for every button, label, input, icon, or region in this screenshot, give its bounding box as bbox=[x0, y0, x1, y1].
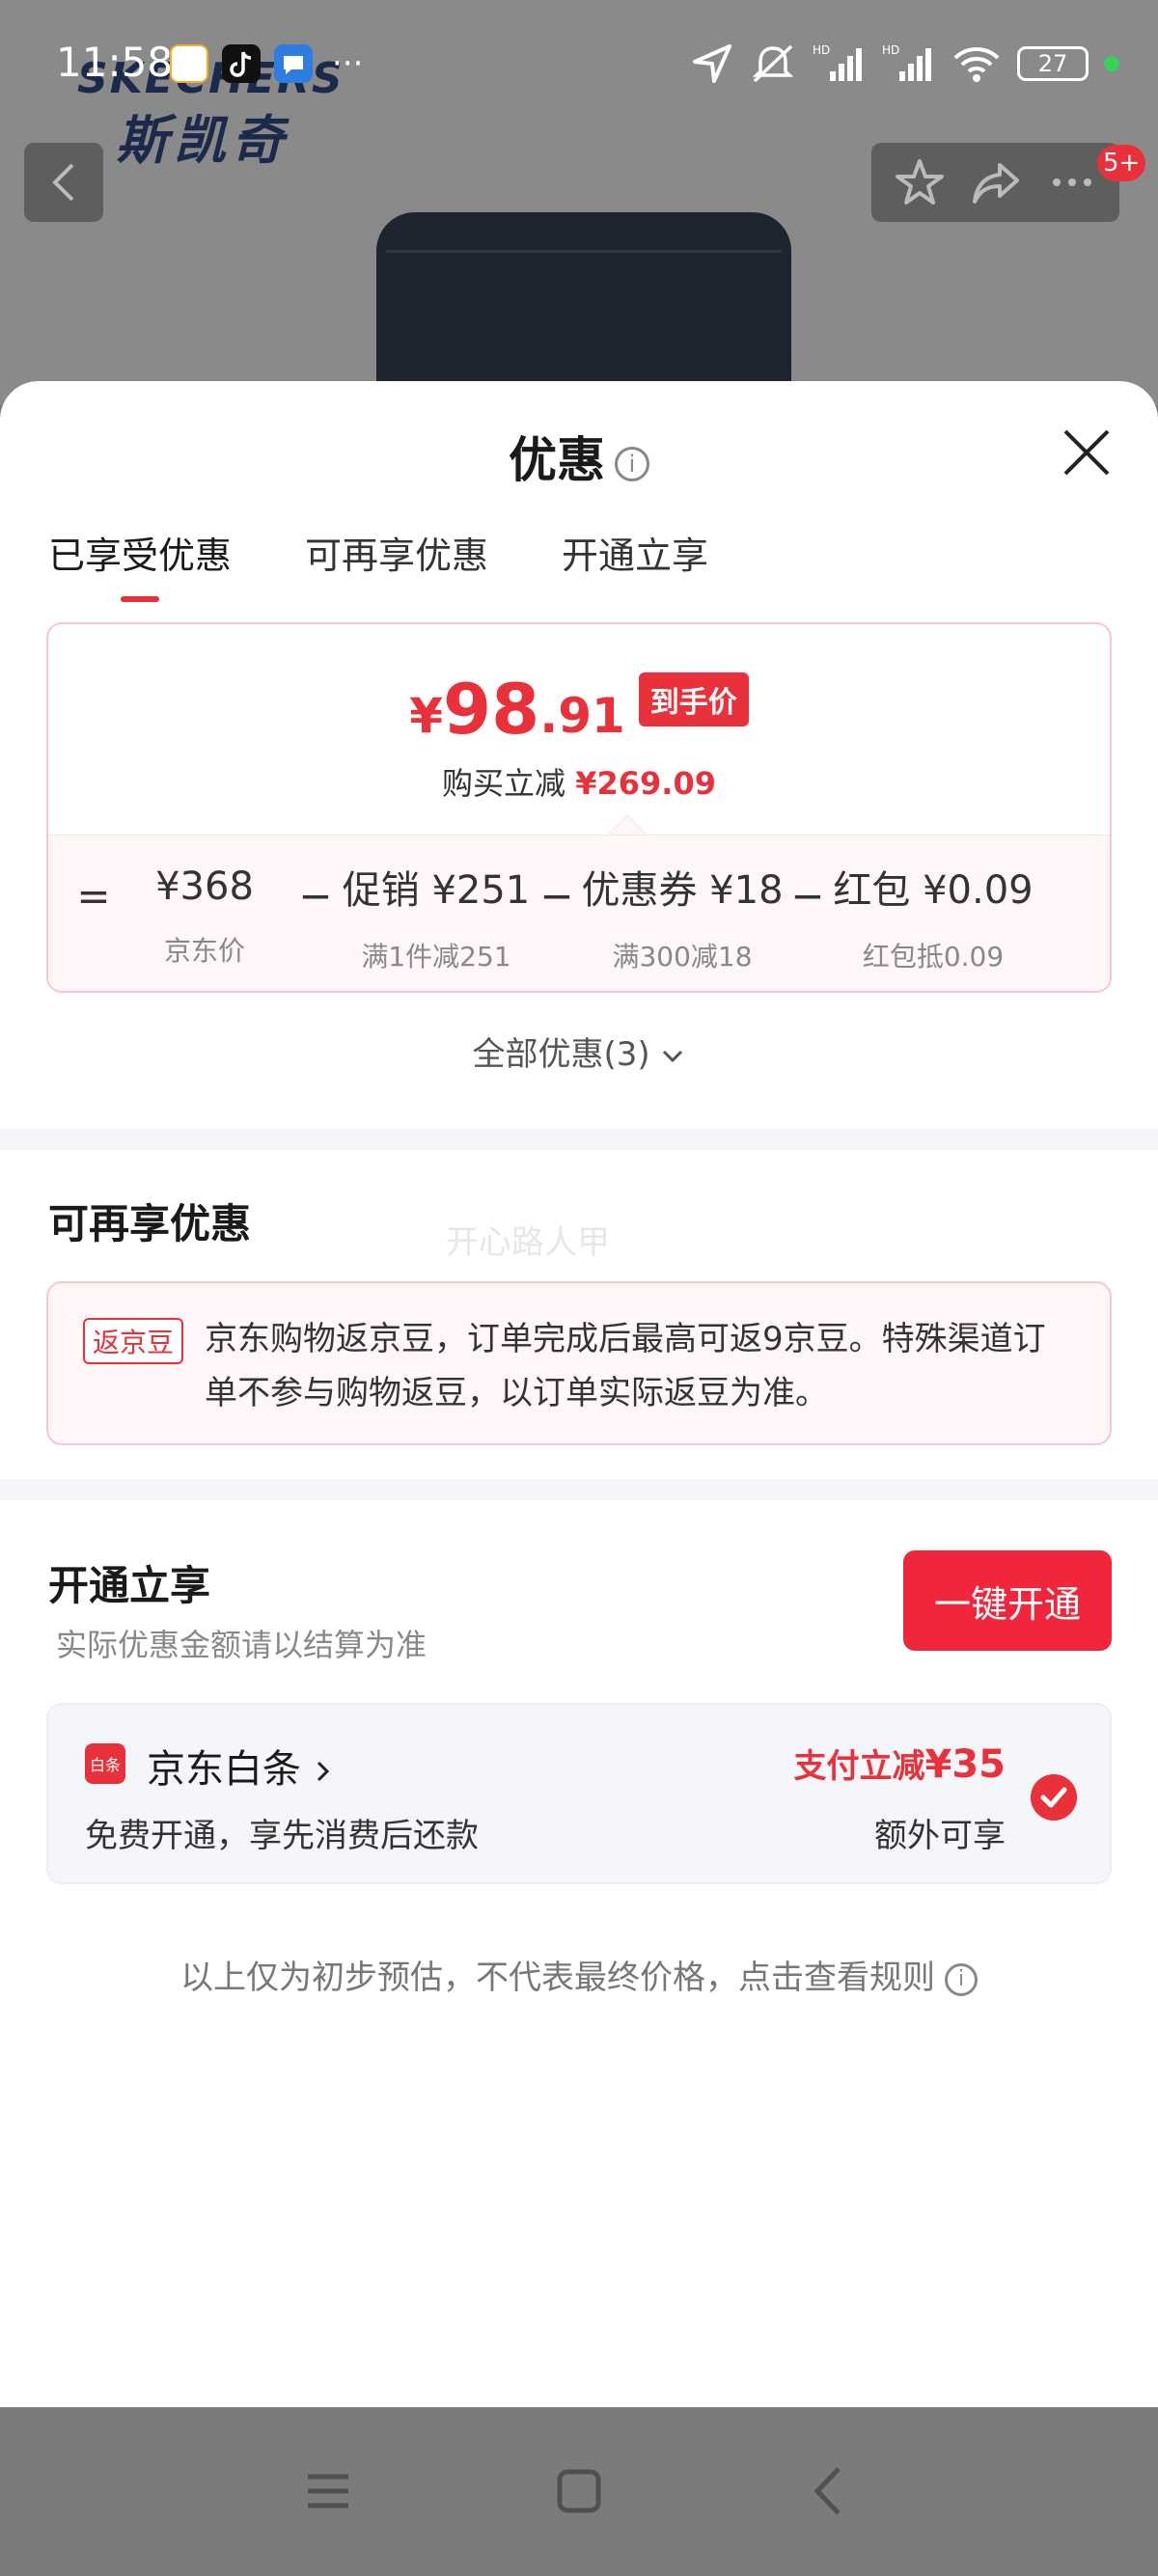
open-section-subtitle: 实际优惠金额请以结算为准 bbox=[56, 1627, 427, 1663]
menu-icon[interactable] bbox=[294, 2457, 362, 2525]
info-icon[interactable]: i bbox=[945, 1962, 978, 1996]
bean-tag: 返京豆 bbox=[83, 1318, 184, 1364]
saving-line: 购买立减 ¥269.09 bbox=[48, 759, 1110, 804]
status-bar: 11:58 ··· HD HD 27 bbox=[0, 0, 1158, 135]
final-price: ¥ 98 .91 到手价 bbox=[48, 671, 1110, 748]
tiktok-icon bbox=[222, 44, 261, 83]
price-integer: 98 bbox=[443, 669, 540, 750]
one-click-open-button[interactable]: 一键开通 bbox=[903, 1550, 1112, 1651]
minus-sign: − bbox=[539, 871, 574, 919]
baitiao-icon: 白条 bbox=[85, 1743, 125, 1784]
breakdown-item: 优惠券 ¥18 满300减18 bbox=[581, 859, 784, 974]
discount-sheet: 优惠 i 已享受优惠 可再享优惠 开通立享 ¥ 98 .91 到手价 购买立减 ¥… bbox=[0, 381, 1158, 2407]
price-top: ¥ 98 .91 到手价 购买立减 ¥269.09 bbox=[48, 624, 1110, 835]
privacy-dot bbox=[1104, 56, 1119, 71]
baitiao-name-text: 京东白条 bbox=[147, 1747, 301, 1792]
message-app-icon bbox=[274, 44, 313, 83]
breakdown-row: = ¥368 京东价 − 促销 ¥251 满1件减251 − 优惠券 ¥18 满… bbox=[48, 859, 1110, 974]
offer-tabs: 已享受优惠 可再享优惠 开通立享 bbox=[48, 526, 708, 602]
status-time: 11:58 bbox=[56, 39, 174, 86]
watermark: 开心路人甲 bbox=[446, 1223, 610, 1262]
saving-label: 购买立减 bbox=[442, 765, 566, 802]
baitiao-card[interactable]: 白条 京东白条 免费开通，享先消费后还款 支付立减¥35 额外可享 bbox=[46, 1703, 1112, 1884]
baitiao-extra: 额外可享 bbox=[874, 1817, 1006, 1855]
breakdown-label: 红包抵0.09 bbox=[862, 941, 1005, 973]
chevron-down-icon bbox=[663, 1050, 683, 1062]
chevron-left-icon bbox=[52, 163, 74, 202]
price-decimal: .91 bbox=[539, 688, 625, 744]
breakdown-item: 促销 ¥251 满1件减251 bbox=[340, 859, 533, 974]
breakdown-item: 红包 ¥0.09 红包抵0.09 bbox=[832, 859, 1034, 974]
equals-sign: = bbox=[76, 871, 111, 919]
tab-open[interactable]: 开通立享 bbox=[562, 526, 708, 602]
jd-bean-rebate-card: 返京豆 京东购物返京豆，订单完成后最高可返9京豆。特殊渠道订单不参与购物返豆，以… bbox=[46, 1281, 1112, 1445]
price-breakdown: = ¥368 京东价 − 促销 ¥251 满1件减251 − 优惠券 ¥18 满… bbox=[48, 835, 1110, 991]
bean-description: 京东购物返京豆，订单完成后最高可返9京豆。特殊渠道订单不参与购物返豆，以订单实际… bbox=[205, 1320, 1046, 1412]
notification-badge: 5+ bbox=[1097, 145, 1146, 181]
more-notifications: ··· bbox=[332, 44, 364, 83]
promo-amount: ¥35 bbox=[924, 1742, 1006, 1787]
saving-value: ¥269.09 bbox=[575, 765, 716, 802]
tab-enjoyed[interactable]: 已享受优惠 bbox=[48, 526, 232, 602]
app-notification-icon bbox=[170, 44, 208, 83]
minus-sign: − bbox=[790, 871, 825, 919]
baitiao-description: 免费开通，享先消费后还款 bbox=[85, 1817, 479, 1855]
price-disclaimer[interactable]: 以上仅为初步预估，不代表最终价格，点击查看规则 i bbox=[0, 1951, 1158, 1998]
sheet-title-text: 优惠 bbox=[509, 432, 605, 488]
info-icon[interactable]: i bbox=[615, 446, 649, 481]
svg-text:HD: HD bbox=[882, 43, 899, 57]
star-icon[interactable] bbox=[893, 155, 947, 209]
breakdown-label: 满300减18 bbox=[612, 941, 753, 973]
sheet-title: 优惠 i bbox=[0, 422, 1158, 491]
svg-text:HD: HD bbox=[813, 43, 830, 57]
status-app-icons: ··· bbox=[170, 44, 363, 83]
battery-indicator: 27 bbox=[1017, 46, 1089, 81]
wifi-icon bbox=[953, 47, 1000, 82]
breakdown-value: 促销 ¥251 bbox=[342, 868, 531, 913]
all-offers-label: 全部优惠(3) bbox=[472, 1035, 650, 1074]
price-currency: ¥ bbox=[409, 688, 443, 744]
breakdown-value: ¥368 bbox=[155, 864, 254, 909]
back-button[interactable] bbox=[24, 143, 103, 222]
breakdown-label: 京东价 bbox=[163, 935, 245, 967]
chevron-right-icon bbox=[317, 1761, 329, 1782]
breakdown-item: ¥368 京东价 bbox=[118, 864, 291, 969]
more-icon[interactable] bbox=[1045, 155, 1099, 209]
back-nav-icon[interactable] bbox=[796, 2457, 864, 2525]
baitiao-name[interactable]: 京东白条 bbox=[147, 1738, 333, 1794]
final-price-card: ¥ 98 .91 到手价 购买立减 ¥269.09 = ¥368 京东价 − 促… bbox=[46, 622, 1112, 993]
home-icon[interactable] bbox=[545, 2457, 613, 2525]
mute-icon bbox=[752, 44, 794, 83]
open-section-title: 开通立享 bbox=[48, 1562, 211, 1609]
breakdown-value: 红包 ¥0.09 bbox=[833, 868, 1034, 913]
all-offers-toggle[interactable]: 全部优惠(3) bbox=[0, 1028, 1158, 1075]
product-waistband bbox=[386, 214, 782, 253]
more-offers-title: 可再享优惠 bbox=[48, 1200, 252, 1247]
signal-icon-1: HD bbox=[813, 43, 862, 81]
section-divider bbox=[0, 1479, 1158, 1500]
promo-label: 支付立减 bbox=[793, 1747, 925, 1786]
location-icon bbox=[693, 44, 731, 83]
tab-more[interactable]: 可再享优惠 bbox=[305, 526, 488, 602]
close-icon[interactable] bbox=[1062, 427, 1112, 478]
check-icon[interactable] bbox=[1031, 1774, 1077, 1821]
section-divider bbox=[0, 1129, 1158, 1150]
minus-sign: − bbox=[298, 871, 333, 919]
top-action-bar bbox=[871, 143, 1119, 222]
final-price-tag: 到手价 bbox=[638, 672, 749, 726]
breakdown-label: 满1件减251 bbox=[361, 941, 511, 973]
status-right-icons: HD HD 27 bbox=[691, 42, 1119, 85]
baitiao-promo: 支付立减¥35 bbox=[794, 1740, 1006, 1787]
disclaimer-text: 以上仅为初步预估，不代表最终价格，点击查看规则 bbox=[180, 1959, 935, 1997]
signal-icon-2: HD bbox=[882, 43, 931, 81]
breakdown-value: 优惠券 ¥18 bbox=[581, 868, 784, 913]
system-nav-bar bbox=[0, 2407, 1158, 2576]
share-icon[interactable] bbox=[969, 155, 1023, 209]
